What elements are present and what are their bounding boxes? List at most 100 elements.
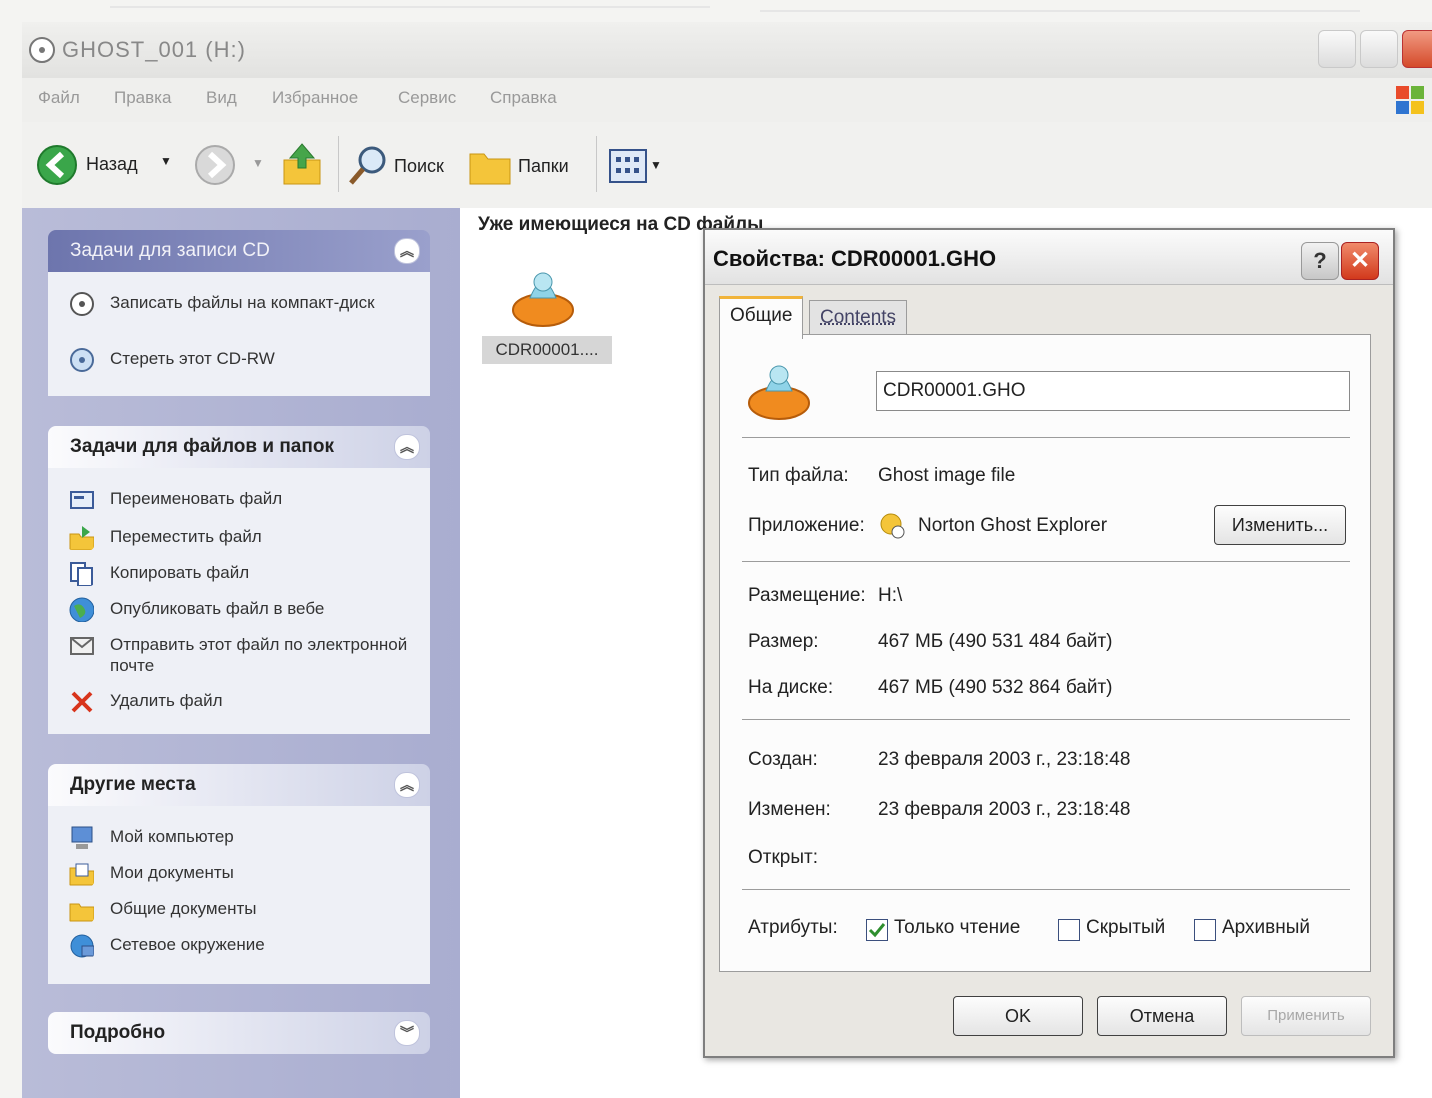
menu-favorites[interactable]: Избранное bbox=[272, 88, 358, 108]
other-places-header[interactable]: Другие места ︽ bbox=[48, 764, 430, 806]
back-button[interactable]: Назад ▼ bbox=[36, 142, 176, 190]
menu-bar: Файл Правка Вид Избранное Сервис Справка bbox=[22, 78, 1432, 123]
ghost-explorer-icon bbox=[880, 513, 905, 539]
hidden-checkbox[interactable] bbox=[1058, 919, 1080, 941]
attributes-label: Атрибуты: bbox=[748, 917, 838, 938]
task-move-file[interactable]: Переместить файл bbox=[68, 522, 428, 556]
back-label: Назад bbox=[86, 154, 138, 174]
task-move-file-label: Переместить файл bbox=[110, 527, 262, 546]
place-shared-documents-label: Общие документы bbox=[110, 899, 257, 918]
created-value: 23 февраля 2003 г., 23:18:48 bbox=[878, 749, 1131, 770]
task-delete-file-label: Удалить файл bbox=[110, 691, 223, 710]
menu-edit[interactable]: Правка bbox=[114, 88, 171, 108]
readonly-checkbox[interactable] bbox=[866, 919, 888, 941]
task-publish-web-label: Опубликовать файл в вебе bbox=[110, 599, 325, 618]
collapse-chevron-icon[interactable]: ︽ bbox=[394, 238, 420, 264]
filename-input[interactable]: CDR00001.GHO bbox=[876, 371, 1350, 411]
place-my-documents[interactable]: Мои документы bbox=[68, 858, 428, 892]
size-label: Размер: bbox=[748, 631, 819, 652]
task-publish-web[interactable]: Опубликовать файл в вебе bbox=[68, 594, 428, 628]
help-button[interactable]: ? bbox=[1301, 242, 1339, 280]
window-title: GHOST_001 (H:) bbox=[62, 37, 246, 62]
forward-dropdown-icon[interactable]: ▼ bbox=[252, 156, 264, 170]
file-item-cdr00001[interactable]: CDR00001.... bbox=[478, 262, 618, 370]
cd-tasks-header[interactable]: Задачи для записи CD ︽ bbox=[48, 230, 430, 272]
collapse-chevron-icon[interactable]: ︽ bbox=[394, 772, 420, 798]
maximize-button[interactable] bbox=[1360, 30, 1398, 68]
ghost-image-file-icon bbox=[512, 272, 574, 327]
dialog-title: Свойства: CDR00001.GHO bbox=[713, 246, 997, 271]
task-rename-file[interactable]: Переименовать файл bbox=[68, 484, 428, 518]
menu-file[interactable]: Файл bbox=[38, 88, 80, 108]
globe-icon bbox=[69, 597, 94, 622]
task-email-file[interactable]: Отправить этот файл по электронной почте bbox=[68, 630, 428, 680]
hidden-label: Скрытый bbox=[1086, 917, 1166, 938]
background-line bbox=[110, 6, 710, 8]
copy-icon bbox=[70, 562, 93, 586]
tab-contents[interactable]: Contents bbox=[809, 300, 908, 338]
task-delete-file[interactable]: Удалить файл bbox=[68, 686, 428, 720]
modified-label: Изменен: bbox=[748, 799, 831, 820]
size-value: 467 МБ (490 531 484 байт) bbox=[878, 631, 1113, 652]
folders-button[interactable]: Папки bbox=[468, 142, 588, 190]
task-erase-cdrw[interactable]: Стереть этот CD-RW bbox=[68, 344, 428, 378]
ok-button[interactable]: OK bbox=[953, 996, 1083, 1036]
up-folder-button[interactable] bbox=[280, 142, 324, 188]
other-places-title: Другие места bbox=[70, 774, 196, 795]
task-copy-file[interactable]: Копировать файл bbox=[68, 558, 428, 592]
minimize-button[interactable] bbox=[1318, 30, 1356, 68]
task-pane: Задачи для записи CD ︽ Записать файлы на… bbox=[22, 208, 460, 1098]
search-button[interactable]: Поиск bbox=[346, 142, 456, 190]
other-places-body: Мой компьютер Мои документы Общие докуме… bbox=[48, 806, 430, 984]
place-my-computer[interactable]: Мой компьютер bbox=[68, 822, 428, 856]
place-my-documents-label: Мои документы bbox=[110, 863, 234, 882]
task-rename-file-label: Переименовать файл bbox=[110, 489, 283, 508]
tab-general[interactable]: Общие bbox=[719, 296, 804, 339]
folder-icon bbox=[469, 153, 511, 185]
details-header[interactable]: Подробно ︾ bbox=[48, 1012, 430, 1054]
opened-label: Открыт: bbox=[748, 847, 818, 868]
cd-tasks-title: Задачи для записи CD bbox=[70, 240, 270, 261]
computer-icon bbox=[71, 826, 93, 849]
email-icon bbox=[70, 637, 94, 655]
cd-burn-icon bbox=[70, 292, 94, 316]
menu-help[interactable]: Справка bbox=[490, 88, 557, 108]
my-documents-icon bbox=[69, 863, 94, 886]
menu-view[interactable]: Вид bbox=[206, 88, 237, 108]
forward-button[interactable] bbox=[194, 144, 236, 186]
change-button[interactable]: Изменить... bbox=[1214, 505, 1346, 545]
divider bbox=[742, 561, 1350, 562]
collapse-chevron-icon[interactable]: ︽ bbox=[394, 434, 420, 460]
place-shared-documents[interactable]: Общие документы bbox=[68, 894, 428, 928]
readonly-label: Только чтение bbox=[894, 917, 1021, 938]
views-button[interactable]: ▼ bbox=[608, 148, 664, 184]
cancel-button[interactable]: Отмена bbox=[1097, 996, 1227, 1036]
delete-icon bbox=[71, 691, 93, 713]
task-erase-cdrw-label: Стереть этот CD-RW bbox=[110, 349, 275, 368]
shared-documents-icon bbox=[69, 903, 94, 922]
menu-tools[interactable]: Сервис bbox=[398, 88, 456, 108]
archive-checkbox[interactable] bbox=[1194, 919, 1216, 941]
disk-size-label: На диске: bbox=[748, 677, 834, 698]
folders-label: Папки bbox=[518, 156, 569, 176]
created-label: Создан: bbox=[748, 749, 818, 770]
place-network[interactable]: Сетевое окружение bbox=[68, 930, 428, 964]
expand-chevron-icon[interactable]: ︾ bbox=[394, 1020, 420, 1046]
application-label: Приложение: bbox=[748, 515, 865, 536]
apply-button[interactable]: Применить bbox=[1241, 996, 1371, 1036]
cd-tasks-body: Записать файлы на компакт-диск Стереть э… bbox=[48, 272, 430, 396]
checkmark-icon bbox=[868, 923, 886, 938]
file-tasks-header[interactable]: Задачи для файлов и папок ︽ bbox=[48, 426, 430, 468]
divider bbox=[742, 437, 1350, 438]
back-dropdown-icon[interactable]: ▼ bbox=[160, 154, 172, 168]
dialog-close-button[interactable]: ✕ bbox=[1341, 242, 1379, 280]
general-tab-page: CDR00001.GHO Тип файла: Ghost image file… bbox=[719, 334, 1371, 972]
modified-value: 23 февраля 2003 г., 23:18:48 bbox=[878, 799, 1131, 820]
rename-icon bbox=[70, 491, 94, 509]
network-icon bbox=[70, 934, 94, 958]
task-burn-files[interactable]: Записать файлы на компакт-диск bbox=[68, 288, 428, 334]
close-window-button[interactable] bbox=[1402, 30, 1432, 68]
dialog-title-bar: Свойства: CDR00001.GHO ? ✕ bbox=[705, 230, 1393, 285]
toolbar-separator bbox=[338, 136, 339, 192]
search-label: Поиск bbox=[394, 156, 444, 176]
